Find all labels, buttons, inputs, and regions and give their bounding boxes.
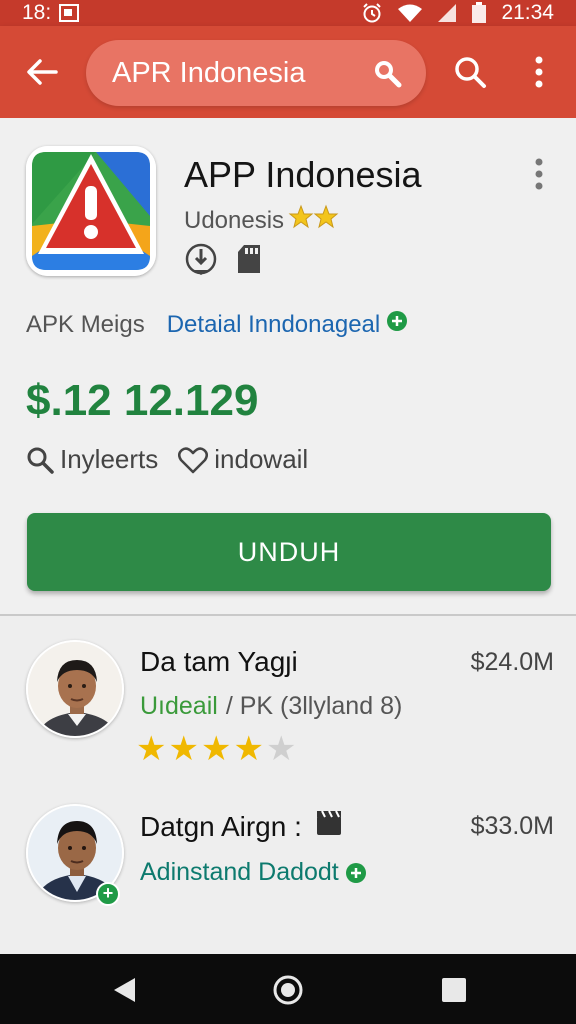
action-wishlist[interactable]: indowail [178, 444, 308, 475]
nav-home-button[interactable] [268, 970, 308, 1010]
search-icon[interactable] [370, 56, 404, 90]
item-subtitle: Uıdeail / PK (3llyland 8) [140, 692, 402, 721]
star-empty-icon: ★ [265, 730, 297, 768]
search-query: APR Indonesia [112, 56, 306, 89]
alarm-icon [361, 2, 383, 24]
status-time-right: 21:34 [501, 1, 554, 24]
download-circle-icon [184, 242, 218, 276]
detail-link[interactable]: Detaial Inndonageal [167, 311, 381, 339]
item-price: $24.0M [470, 648, 554, 676]
search-icon [27, 447, 54, 474]
square-recents-icon [442, 978, 466, 1002]
circle-home-icon [273, 975, 303, 1005]
status-time-left: 18: [22, 1, 52, 24]
sd-card-icon [232, 242, 266, 276]
wifi-icon [397, 3, 423, 23]
item-price: $33.0M [470, 812, 554, 840]
item-subtitle-rest: / PK (3llyland 8) [225, 692, 403, 720]
app-detail-card: APP Indonesia Udonesis APK Meigs Detaial… [0, 118, 576, 614]
app-price: $.12 12.129 [26, 376, 259, 425]
action-wishlist-label: indowail [214, 444, 309, 474]
verified-badge-icon: + [96, 882, 120, 906]
status-bar: 18: 21:34 [0, 0, 576, 26]
list-item[interactable]: Da tam Yagȷi $24.0M Uıdeail / PK (3llyla… [0, 616, 576, 786]
star-filled-icon: ★ [233, 730, 264, 768]
info-row: APK Meigs Detaial Inndonageal [26, 310, 408, 339]
more-vert-icon [535, 56, 543, 88]
star-filled-icon: ★ [168, 730, 199, 768]
nav-recents-button[interactable] [434, 970, 474, 1010]
appbar-search-button[interactable] [450, 52, 490, 92]
clapperboard-icon [316, 810, 342, 843]
developer-row: Udonesis [184, 204, 340, 237]
avatar [26, 640, 124, 738]
app-title: APP Indonesia [184, 154, 422, 195]
search-input[interactable]: APR Indonesia [86, 40, 426, 106]
item-subtitle-highlight[interactable]: Uıdeail [140, 692, 218, 721]
star-filled-icon: ★ [136, 730, 167, 768]
overflow-menu-button[interactable] [526, 52, 552, 92]
system-nav-bar [0, 954, 576, 1024]
battery-icon [471, 2, 487, 24]
arrow-back-icon [27, 59, 58, 85]
more-vert-icon [535, 158, 543, 190]
search-icon [455, 57, 486, 88]
triangle-back-icon [114, 978, 135, 1002]
add-circle-icon[interactable] [345, 862, 367, 884]
developer-name[interactable]: Udonesis [184, 207, 284, 235]
item-name: Da tam Yagȷi [140, 646, 298, 677]
item-subtitle: Adinstand Dadodt [140, 858, 367, 887]
app-icon[interactable] [26, 146, 156, 276]
item-rating: ★ ★ ★ ★ ★ [136, 732, 296, 766]
add-circle-icon[interactable] [386, 310, 408, 339]
related-list: Da tam Yagȷi $24.0M Uıdeail / PK (3llyla… [0, 616, 576, 954]
item-name: Datgn Airgn : [140, 810, 302, 842]
action-search-label: Inyleerts [60, 444, 159, 474]
action-search[interactable]: Inyleerts [26, 444, 158, 475]
person-avatar-icon [28, 642, 122, 736]
heart-icon [178, 446, 209, 473]
item-name-row: Datgn Airgn : [140, 810, 342, 843]
item-subtitle-highlight[interactable]: Adinstand Dadodt [140, 858, 339, 887]
nav-back-button[interactable] [104, 970, 144, 1010]
screenshot-icon [59, 4, 80, 22]
signal-icon [437, 3, 457, 23]
secondary-actions: Inyleerts indowail [26, 444, 308, 475]
back-button[interactable] [22, 50, 62, 94]
star-rating-icon [288, 204, 340, 237]
download-button[interactable]: UNDUH [27, 513, 551, 591]
list-item[interactable]: + Datgn Airgn : $33.0M Adinstand Dadodt [0, 786, 576, 954]
star-filled-icon: ★ [200, 730, 232, 768]
meta-icons [184, 242, 266, 276]
app-more-button[interactable] [528, 156, 550, 192]
app-bar: APR Indonesia [0, 26, 576, 118]
apk-label: APK Meigs [26, 310, 145, 338]
warning-app-icon [26, 146, 156, 276]
